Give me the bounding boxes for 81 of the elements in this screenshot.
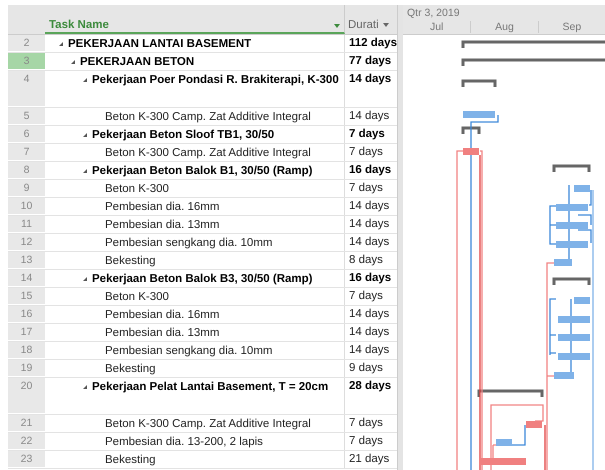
row-number[interactable]: 21 bbox=[8, 415, 45, 432]
collapse-icon[interactable] bbox=[83, 78, 87, 82]
collapse-icon[interactable] bbox=[83, 277, 87, 281]
row-number[interactable]: 22 bbox=[8, 433, 45, 450]
task-name: PEKERJAAN BETON bbox=[80, 55, 194, 70]
duration-cell-text: 7 days bbox=[348, 145, 384, 160]
row-number[interactable]: 19 bbox=[8, 360, 45, 377]
row-number[interactable]: 11 bbox=[8, 216, 45, 233]
duration-cell-text: 21 days bbox=[348, 452, 390, 467]
task-name: Pembesian dia. 16mm bbox=[105, 308, 220, 323]
duration-cell-text: 14 days bbox=[348, 199, 390, 214]
row-number[interactable]: 4 bbox=[8, 71, 45, 107]
dropdown-icon[interactable] bbox=[334, 24, 340, 28]
task-name: Pekerjaan Beton Balok B1, 30/50 (Ramp) bbox=[92, 164, 312, 179]
task-name: Beton K-300 bbox=[105, 290, 169, 305]
duration-cell-text: 112 days bbox=[348, 36, 397, 51]
task-name: Pembesian dia. 16mm bbox=[105, 200, 220, 215]
row-number[interactable]: 9 bbox=[8, 180, 45, 197]
collapse-icon[interactable] bbox=[83, 133, 87, 137]
task-name: Beton K-300 bbox=[105, 182, 169, 197]
duration-cell-text: 16 days bbox=[348, 163, 392, 178]
duration-cell-text: 28 days bbox=[348, 379, 392, 394]
task-name: Bekesting bbox=[105, 254, 156, 269]
row-number[interactable]: 12 bbox=[8, 234, 45, 251]
duration-cell-text: 8 days bbox=[348, 253, 384, 268]
duration-cell-text: 14 days bbox=[348, 217, 390, 232]
row-number[interactable]: 13 bbox=[8, 252, 45, 269]
duration-cell-text: 14 days bbox=[348, 72, 392, 87]
task-name: Pembesian dia. 13mm bbox=[105, 218, 220, 233]
month-label: Jul bbox=[428, 21, 444, 33]
collapse-icon[interactable] bbox=[83, 169, 87, 173]
row-number[interactable]: 6 bbox=[8, 126, 45, 143]
duration-header[interactable]: Durati bbox=[345, 5, 397, 34]
task-name: Pekerjaan Beton Sloof TB1, 30/50 bbox=[92, 128, 274, 143]
duration-cell-text: 14 days bbox=[348, 235, 390, 250]
collapse-icon[interactable] bbox=[83, 385, 87, 389]
row-number[interactable]: 23 bbox=[8, 451, 45, 468]
task-name: Bekesting bbox=[105, 453, 156, 468]
task-name: PEKERJAAN LANTAI BASEMENT bbox=[68, 37, 252, 52]
month-label: Aug bbox=[470, 21, 538, 33]
task-name: Pembesian dia. 13mm bbox=[105, 326, 220, 341]
row-number[interactable]: 3 bbox=[8, 53, 45, 70]
row-number[interactable]: 14 bbox=[8, 270, 45, 287]
task-name: Pekerjaan Beton Balok B3, 30/50 (Ramp) bbox=[92, 272, 312, 287]
row-number[interactable]: 17 bbox=[8, 324, 45, 341]
duration-cell-text: 7 days bbox=[348, 434, 384, 449]
task-name: Bekesting bbox=[105, 362, 156, 377]
duration-cell-text: 9 days bbox=[348, 361, 384, 376]
duration-cell-text: 77 days bbox=[348, 54, 392, 69]
row-number[interactable]: 7 bbox=[8, 144, 45, 161]
task-name-header[interactable]: Task Name bbox=[45, 5, 345, 34]
duration-cell-text: 14 days bbox=[348, 109, 390, 124]
task-name: Pembesian sengkang dia. 10mm bbox=[105, 236, 272, 251]
row-number[interactable]: 15 bbox=[8, 288, 45, 305]
task-name: Pembesian sengkang dia. 10mm bbox=[105, 344, 272, 359]
month-label: Sep bbox=[538, 21, 605, 33]
row-number[interactable]: 2 bbox=[8, 35, 45, 52]
row-number[interactable]: 16 bbox=[8, 306, 45, 323]
quarter-label: Qtr 3, 2019 bbox=[406, 6, 461, 21]
duration-cell-text: 7 days bbox=[348, 289, 384, 304]
collapse-icon[interactable] bbox=[71, 60, 75, 64]
row-number[interactable]: 20 bbox=[8, 378, 45, 414]
duration-cell-text: 14 days bbox=[348, 325, 390, 340]
task-name: Beton K-300 Camp. Zat Additive Integral bbox=[105, 110, 311, 125]
row-number[interactable]: 10 bbox=[8, 198, 45, 215]
duration-cell-text: 16 days bbox=[348, 271, 392, 286]
row-number[interactable]: 8 bbox=[8, 162, 45, 179]
duration-cell-text: 7 days bbox=[348, 127, 386, 142]
duration-cell-text: 14 days bbox=[348, 307, 390, 322]
duration-cell-text: 14 days bbox=[348, 343, 390, 358]
collapse-icon[interactable] bbox=[59, 42, 63, 46]
dropdown-icon[interactable] bbox=[382, 22, 389, 27]
row-number[interactable]: 18 bbox=[8, 342, 45, 359]
task-name: Beton K-300 Camp. Zat Additive Integral bbox=[105, 146, 311, 161]
task-name: Pembesian dia. 13-200, 2 lapis bbox=[105, 435, 263, 450]
duration-cell-text: 7 days bbox=[348, 181, 384, 196]
row-number[interactable]: 5 bbox=[8, 108, 45, 125]
task-name: Beton K-300 Camp. Zat Additive Integral bbox=[105, 417, 311, 432]
task-name: Pekerjaan Poer Pondasi R. Brakiterapi, K-300 bbox=[92, 73, 339, 88]
duration-cell-text: 7 days bbox=[348, 416, 384, 431]
task-name: Pekerjaan Pelat Lantai Basement, T = 20cm bbox=[92, 380, 328, 395]
